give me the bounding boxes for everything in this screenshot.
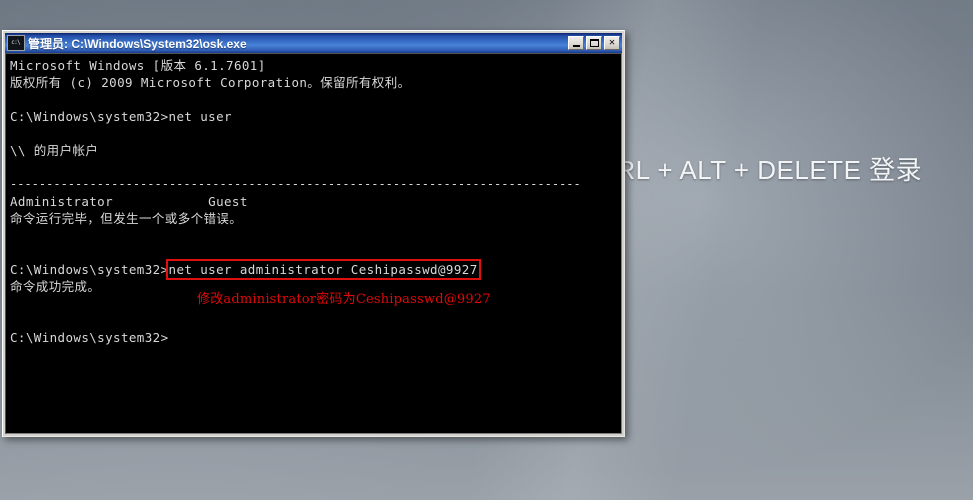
console-line-accounts-header: \\ 的用户帐户: [10, 143, 99, 158]
minimize-button[interactable]: [568, 36, 584, 50]
console-line-prompt: C:\Windows\system32>: [10, 330, 169, 345]
console-line: Microsoft Windows [版本 6.1.7601]: [10, 58, 266, 73]
highlighted-command: net user administrator Ceshipasswd@9927: [165, 259, 481, 280]
console-line-error: 命令运行完毕，但发生一个或多个错误。: [10, 211, 243, 226]
window-title-bar[interactable]: c:\ 管理员: C:\Windows\System32\osk.exe ✕: [5, 33, 622, 53]
maximize-button[interactable]: [586, 36, 602, 50]
window-controls: ✕: [568, 36, 621, 50]
console-line-command: C:\Windows\system32>net user: [10, 109, 232, 124]
console-line-password-command: C:\Windows\system32>net user administrat…: [10, 259, 619, 280]
console-output-area[interactable]: Microsoft Windows [版本 6.1.7601] 版权所有 (c)…: [5, 53, 622, 434]
annotation-text: 修改administrator密码为Ceshipasswd@9927: [197, 292, 491, 307]
console-line-separator: ----------------------------------------…: [10, 177, 581, 191]
window-title: 管理员: C:\Windows\System32\osk.exe: [28, 36, 247, 51]
console-icon: c:\: [7, 35, 25, 51]
close-button[interactable]: ✕: [604, 36, 620, 50]
login-prompt-text: TRL + ALT + DELETE 登录: [600, 155, 923, 185]
console-line: 版权所有 (c) 2009 Microsoft Corporation。保留所有…: [10, 75, 411, 90]
command-prompt-window[interactable]: c:\ 管理员: C:\Windows\System32\osk.exe ✕ M…: [2, 30, 625, 437]
console-line-user-list: Administrator Guest: [10, 194, 248, 209]
console-prompt: C:\Windows\system32>: [10, 262, 169, 277]
screenshot-root: TRL + ALT + DELETE 登录 c:\ 管理员: C:\Window…: [0, 0, 973, 500]
